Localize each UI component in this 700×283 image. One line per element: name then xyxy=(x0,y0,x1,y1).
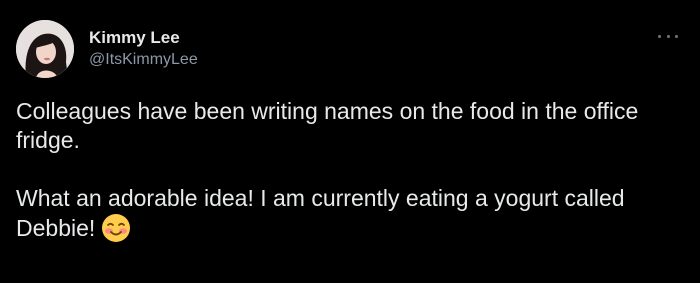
tweet-text: Colleagues have been writing names on th… xyxy=(16,97,686,243)
author-info: Kimmy Lee @ItsKimmyLee xyxy=(89,28,198,70)
author-display-name[interactable]: Kimmy Lee xyxy=(89,28,198,48)
tweet-paragraph-1: Colleagues have been writing names on th… xyxy=(16,98,639,153)
avatar-image xyxy=(16,20,74,78)
tweet-card: Kimmy Lee @ItsKimmyLee Colleagues have b… xyxy=(0,0,700,283)
more-dot xyxy=(666,34,670,38)
more-dot xyxy=(658,34,661,38)
more-options-icon[interactable] xyxy=(658,30,678,42)
more-dot xyxy=(675,34,678,38)
tweet-paragraph-2: What an adorable idea! I am currently ea… xyxy=(16,184,686,243)
avatar[interactable] xyxy=(16,20,74,78)
smiling-face-with-blushing-cheeks-icon xyxy=(101,213,131,243)
author-handle[interactable]: @ItsKimmyLee xyxy=(89,50,198,70)
